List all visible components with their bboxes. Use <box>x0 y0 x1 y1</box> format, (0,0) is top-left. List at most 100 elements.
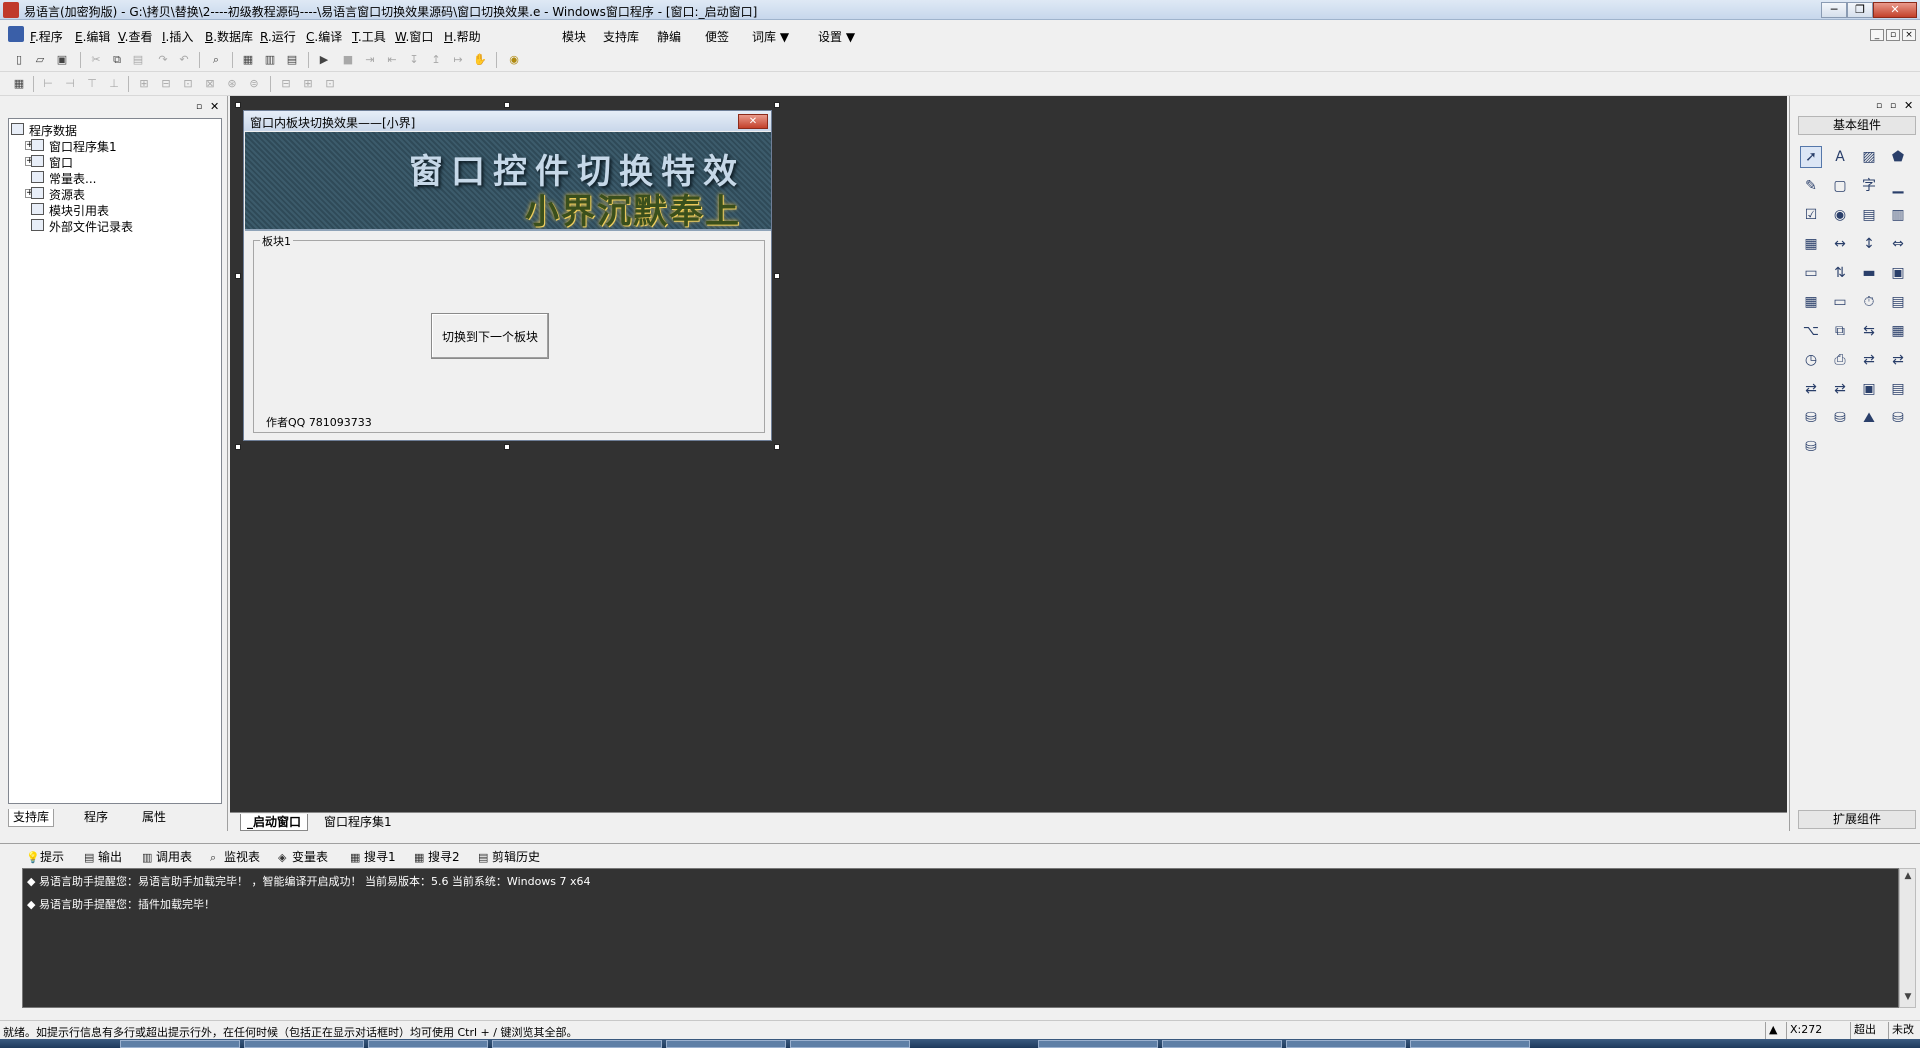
stop-icon[interactable]: ■ <box>340 52 356 68</box>
grid-icon[interactable]: ▦ <box>1800 233 1822 255</box>
copy-icon[interactable]: ⧉ <box>109 52 125 68</box>
tree-item[interactable]: 外部文件记录表 <box>49 218 133 235</box>
tree-item[interactable]: 窗口 <box>49 154 73 171</box>
layout-b-icon[interactable]: ▥ <box>262 52 278 68</box>
resize-handle-w[interactable] <box>235 273 241 279</box>
tab-window-module[interactable]: 窗口程序集1 <box>318 814 398 831</box>
tree-item[interactable]: 窗口程序集1 <box>49 138 117 155</box>
taskbar-item[interactable] <box>1162 1040 1282 1048</box>
form-window[interactable]: 窗口内板块切换效果——[小界] ✕ 窗口控件切换特效 小界沉默奉上 板块1 切换… <box>243 110 772 441</box>
align-left-icon[interactable]: ⊢ <box>40 76 56 92</box>
combo-icon[interactable]: ▥ <box>1887 204 1909 226</box>
menu-extra-item[interactable]: 模块 <box>562 28 586 45</box>
panel-pin-icon[interactable]: ▫ <box>1876 101 1882 111</box>
output-scrollbar[interactable]: ▲ ▼ <box>1899 868 1916 1008</box>
center-form-h-icon[interactable]: ⊟ <box>278 76 294 92</box>
same-height-icon[interactable]: ⊠ <box>202 76 218 92</box>
hscroll-icon[interactable]: ⇔ <box>1887 233 1909 255</box>
output-console[interactable]: ◆ 易语言助手提醒您：易语言助手加载完毕！ ，智能编译开启成功！ 当前易版本：5… <box>22 868 1899 1008</box>
vscroll-icon[interactable]: ↕ <box>1858 233 1880 255</box>
cursor-icon[interactable]: ➚ <box>1800 146 1822 168</box>
odbc-a-icon[interactable]: ⛁ <box>1887 407 1909 429</box>
tree-item[interactable]: 程序数据 <box>29 122 77 139</box>
tree-item[interactable]: 资源表 <box>49 186 85 203</box>
center-form-icon[interactable]: ⊡ <box>322 76 338 92</box>
list-icon[interactable]: ▤ <box>1858 204 1880 226</box>
shape-icon[interactable]: ⬟ <box>1887 146 1909 168</box>
mdi-minimize-button[interactable]: _ <box>1870 29 1884 41</box>
output-tab[interactable]: ▤ 输出 <box>84 848 122 865</box>
resize-handle-se[interactable] <box>774 444 780 450</box>
step-e-icon[interactable]: ↦ <box>450 52 466 68</box>
grid-icon[interactable]: ▦ <box>11 76 27 92</box>
align-top-icon[interactable]: ⊤ <box>84 76 100 92</box>
menu-item[interactable]: I.插入 <box>162 28 193 45</box>
menu-extra-item[interactable]: 支持库 <box>603 28 639 45</box>
taskbar-item[interactable] <box>368 1040 488 1048</box>
project-tree[interactable]: 程序数据 + 窗口程序集1 + 窗口 常量表... + 资源表 模块引用表 外部文件记录表 <box>8 118 222 804</box>
save-icon[interactable]: ▣ <box>54 52 70 68</box>
undo-icon[interactable]: ↶ <box>176 52 192 68</box>
blank-icon[interactable]: ▢ <box>1829 175 1851 197</box>
layout-a-icon[interactable]: ▦ <box>240 52 256 68</box>
menu-item[interactable]: C.编译 <box>306 28 342 45</box>
taskbar-item[interactable] <box>492 1040 662 1048</box>
output-tab[interactable]: ▦ 搜寻1 <box>350 848 396 865</box>
tree-icon[interactable]: ⌥ <box>1800 320 1822 342</box>
resize-handle-ne[interactable] <box>774 102 780 108</box>
picture-icon[interactable]: ▨ <box>1858 146 1880 168</box>
scroll-down-icon[interactable]: ▼ <box>1902 992 1914 1006</box>
form-close-icon[interactable]: ✕ <box>738 114 768 129</box>
resize-handle-sw[interactable] <box>235 444 241 450</box>
paste-icon[interactable]: ▤ <box>130 52 146 68</box>
tree-item[interactable]: 常量表... <box>49 170 96 187</box>
output-tab[interactable]: ⌕ 监视表 <box>210 848 260 865</box>
panel-icon[interactable]: ▣ <box>1858 378 1880 400</box>
same-size-icon[interactable]: ⊛ <box>224 76 240 92</box>
odbc-b-icon[interactable]: ⛁ <box>1800 436 1822 458</box>
checkbox-icon[interactable]: ☑ <box>1800 204 1822 226</box>
layout-c-icon[interactable]: ▤ <box>284 52 300 68</box>
net-b-icon[interactable]: ⇄ <box>1887 349 1909 371</box>
label-icon[interactable]: A <box>1829 146 1851 168</box>
step-c-icon[interactable]: ↧ <box>406 52 422 68</box>
output-tab[interactable]: 💡提示 <box>26 848 64 865</box>
binoculars-icon[interactable]: ◉ <box>506 52 522 68</box>
redo-icon[interactable]: ↷ <box>155 52 171 68</box>
field-icon[interactable]: ▭ <box>1829 291 1851 313</box>
menu-extra-item[interactable]: 词库 ▼ <box>752 28 789 45</box>
taskbar-item[interactable] <box>120 1040 240 1048</box>
center-h-icon[interactable]: ⊞ <box>136 76 152 92</box>
resize-handle-s[interactable] <box>504 444 510 450</box>
panel-close-icon[interactable]: ✕ <box>1904 99 1913 112</box>
clock-icon[interactable]: ◷ <box>1800 349 1822 371</box>
close-button[interactable]: ✕ <box>1873 2 1917 18</box>
db-b-icon[interactable]: ⛁ <box>1829 407 1851 429</box>
menu-extra-item[interactable]: 设置 ▼ <box>818 28 855 45</box>
frame-icon[interactable]: ▣ <box>1887 262 1909 284</box>
printer-icon[interactable]: ⎙ <box>1829 349 1851 371</box>
line-icon[interactable]: ▁ <box>1887 175 1909 197</box>
basic-components-header[interactable]: 基本组件 <box>1798 116 1916 135</box>
taskbar-item[interactable] <box>1038 1040 1158 1048</box>
scroll-up-icon[interactable]: ▲ <box>1902 871 1914 885</box>
output-tab[interactable]: ▤ 剪辑历史 <box>478 848 540 865</box>
taskbar-item[interactable] <box>1286 1040 1406 1048</box>
step-b-icon[interactable]: ⇤ <box>384 52 400 68</box>
table-icon[interactable]: ▦ <box>1800 291 1822 313</box>
align-bottom-icon[interactable]: ⊥ <box>106 76 122 92</box>
scroll-icon[interactable]: ↔ <box>1829 233 1851 255</box>
taskbar-item[interactable] <box>1410 1040 1530 1048</box>
extended-components-header[interactable]: 扩展组件 <box>1798 810 1916 829</box>
output-tab[interactable]: ◈ 变量表 <box>278 848 328 865</box>
menu-item[interactable]: T.工具 <box>352 28 386 45</box>
hand-icon[interactable]: ✋ <box>472 52 488 68</box>
align-right-icon[interactable]: ⊣ <box>62 76 78 92</box>
minimize-button[interactable]: ─ <box>1821 2 1847 18</box>
menu-item[interactable]: B.数据库 <box>205 28 253 45</box>
maximize-button[interactable]: ❐ <box>1847 2 1873 18</box>
db-a-icon[interactable]: ⛁ <box>1800 407 1822 429</box>
space-h-icon[interactable]: ⊜ <box>246 76 262 92</box>
taskbar-item[interactable] <box>666 1040 786 1048</box>
edit-icon[interactable]: ✎ <box>1800 175 1822 197</box>
